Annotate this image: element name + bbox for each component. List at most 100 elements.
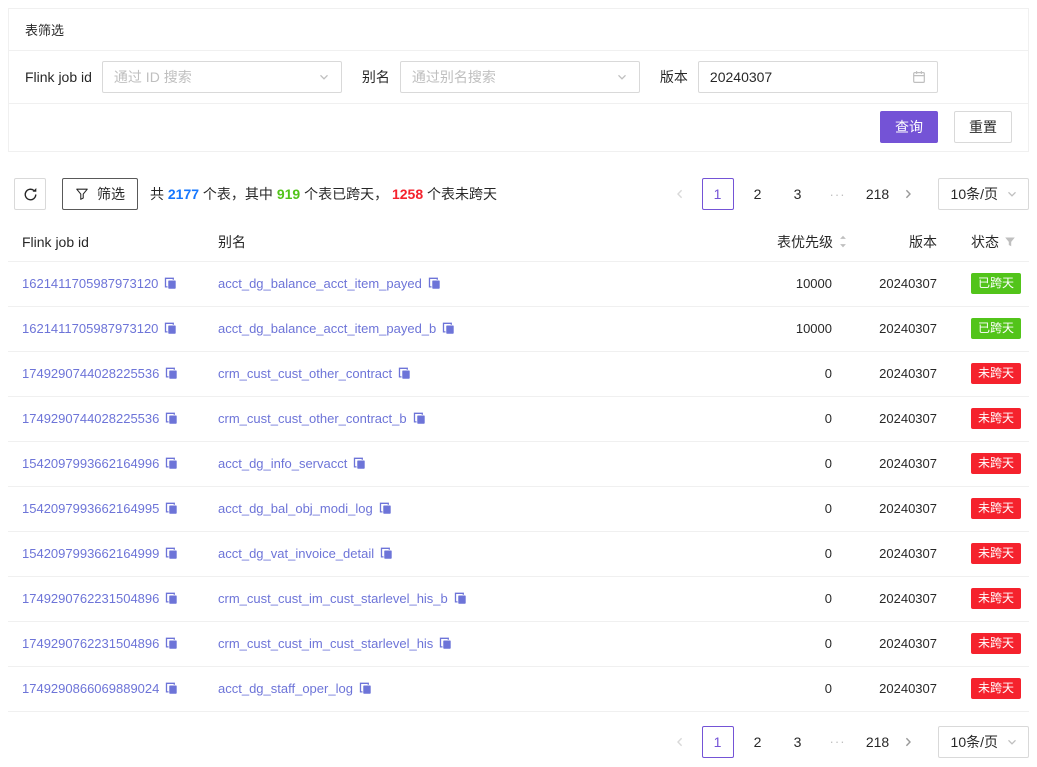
filter-button[interactable]: 筛选 — [62, 178, 138, 210]
copy-icon[interactable] — [165, 457, 178, 470]
filter-item-version: 版本 — [660, 61, 938, 93]
copy-icon[interactable] — [413, 412, 426, 425]
chevron-down-icon — [1006, 188, 1018, 200]
version-cell: 20240307 — [852, 486, 937, 531]
calendar-icon — [912, 70, 926, 84]
copy-icon[interactable] — [359, 682, 372, 695]
pagination-page-218[interactable]: 218 — [862, 178, 894, 210]
version-cell: 20240307 — [852, 351, 937, 396]
alias-link[interactable]: acct_dg_vat_invoice_detail — [218, 546, 374, 561]
copy-icon[interactable] — [165, 682, 178, 695]
column-header-priority-label: 表优先级 — [777, 232, 833, 252]
sort-icon[interactable] — [838, 234, 848, 249]
alias-label: 别名 — [362, 67, 390, 87]
version-input[interactable] — [710, 69, 906, 85]
summary-fragment: 个表已跨天， — [300, 186, 392, 202]
flink-job-id-select[interactable] — [102, 61, 342, 93]
pagination-ellipsis[interactable]: ··· — [822, 726, 854, 758]
priority-cell: 0 — [702, 441, 852, 486]
copy-icon[interactable] — [165, 547, 178, 560]
version-cell: 20240307 — [852, 531, 937, 576]
pagination-page-2[interactable]: 2 — [742, 178, 774, 210]
alias-link[interactable]: acct_dg_bal_obj_modi_log — [218, 501, 373, 516]
version-cell: 20240307 — [852, 666, 937, 711]
flink-job-id-link[interactable]: 1542097993662164996 — [22, 456, 159, 471]
pagination-ellipsis[interactable]: ··· — [822, 178, 854, 210]
pagination-prev[interactable] — [666, 178, 694, 210]
pagination-page-3[interactable]: 3 — [782, 178, 814, 210]
copy-icon[interactable] — [379, 502, 392, 515]
flink-job-id-link[interactable]: 1749290744028225536 — [22, 366, 159, 381]
filter-funnel-icon — [75, 187, 89, 201]
flink-job-id-link[interactable]: 1749290762231504896 — [22, 591, 159, 606]
version-date-picker[interactable] — [698, 61, 938, 93]
flink-job-id-link[interactable]: 1542097993662164999 — [22, 546, 159, 561]
copy-icon[interactable] — [380, 547, 393, 560]
flink-job-id-link[interactable]: 1749290866069889024 — [22, 681, 159, 696]
pagination-page-2[interactable]: 2 — [742, 726, 774, 758]
copy-icon[interactable] — [164, 322, 177, 335]
copy-icon[interactable] — [428, 277, 441, 290]
filter-card-title: 表筛选 — [9, 9, 1028, 51]
pagination-page-218[interactable]: 218 — [862, 726, 894, 758]
flink-job-id-link[interactable]: 1542097993662164995 — [22, 501, 159, 516]
status-badge: 未跨天 — [971, 678, 1021, 699]
summary-count-red: 1258 — [392, 186, 423, 202]
pagination-page-1[interactable]: 1 — [702, 726, 734, 758]
copy-icon[interactable] — [442, 322, 455, 335]
refresh-button[interactable] — [14, 178, 46, 210]
column-header-alias: 别名 — [218, 223, 702, 261]
alias-link[interactable]: crm_cust_cust_other_contract_b — [218, 411, 407, 426]
flink-job-id-link[interactable]: 1621411705987973120 — [22, 276, 158, 291]
table-row: 1749290762231504896 crm_cust_cust_im_cus… — [8, 576, 1029, 621]
query-button[interactable]: 查询 — [880, 111, 938, 143]
page-size-select[interactable]: 10条/页 — [938, 726, 1029, 758]
alias-link[interactable]: acct_dg_balance_acct_item_payed — [218, 276, 422, 291]
copy-icon[interactable] — [454, 592, 467, 605]
column-header-priority[interactable]: 表优先级 — [702, 223, 852, 261]
table-row: 1749290762231504896 crm_cust_cust_im_cus… — [8, 621, 1029, 666]
copy-icon[interactable] — [439, 637, 452, 650]
priority-cell: 0 — [702, 531, 852, 576]
page-size-select[interactable]: 10条/页 — [938, 178, 1029, 210]
copy-icon[interactable] — [165, 367, 178, 380]
alias-input[interactable] — [412, 69, 610, 85]
version-cell: 20240307 — [852, 396, 937, 441]
flink-job-id-link[interactable]: 1749290744028225536 — [22, 411, 159, 426]
pagination-page-1[interactable]: 1 — [702, 178, 734, 210]
summary-count-blue: 2177 — [168, 186, 199, 202]
column-header-status-label: 状态 — [971, 232, 999, 252]
copy-icon[interactable] — [165, 637, 178, 650]
flink-job-id-link[interactable]: 1749290762231504896 — [22, 636, 159, 651]
pagination-next[interactable] — [894, 178, 922, 210]
pagination-page-3[interactable]: 3 — [782, 726, 814, 758]
alias-link[interactable]: acct_dg_balance_acct_item_payed_b — [218, 321, 436, 336]
chevron-right-icon — [902, 736, 914, 748]
column-header-flink-job-id: Flink job id — [8, 223, 218, 261]
pagination-next[interactable] — [894, 726, 922, 758]
status-badge: 未跨天 — [971, 633, 1021, 654]
copy-icon[interactable] — [398, 367, 411, 380]
copy-icon[interactable] — [353, 457, 366, 470]
status-badge: 已跨天 — [971, 318, 1021, 339]
filter-icon[interactable] — [1004, 236, 1016, 248]
filter-item-flink-job-id: Flink job id — [25, 61, 342, 93]
priority-cell: 10000 — [702, 261, 852, 306]
alias-select[interactable] — [400, 61, 640, 93]
copy-icon[interactable] — [165, 592, 178, 605]
pagination-prev[interactable] — [666, 726, 694, 758]
alias-link[interactable]: acct_dg_staff_oper_log — [218, 681, 353, 696]
alias-link[interactable]: acct_dg_info_servacct — [218, 456, 347, 471]
flink-job-id-input[interactable] — [114, 69, 312, 85]
copy-icon[interactable] — [165, 502, 178, 515]
alias-link[interactable]: crm_cust_cust_other_contract — [218, 366, 392, 381]
alias-link[interactable]: crm_cust_cust_im_cust_starlevel_his — [218, 636, 433, 651]
copy-icon[interactable] — [165, 412, 178, 425]
status-badge: 未跨天 — [971, 588, 1021, 609]
status-badge: 未跨天 — [971, 498, 1021, 519]
reset-button[interactable]: 重置 — [954, 111, 1012, 143]
alias-link[interactable]: crm_cust_cust_im_cust_starlevel_his_b — [218, 591, 448, 606]
copy-icon[interactable] — [164, 277, 177, 290]
flink-job-id-link[interactable]: 1621411705987973120 — [22, 321, 158, 336]
table-row: 1621411705987973120 acct_dg_balance_acct… — [8, 306, 1029, 351]
